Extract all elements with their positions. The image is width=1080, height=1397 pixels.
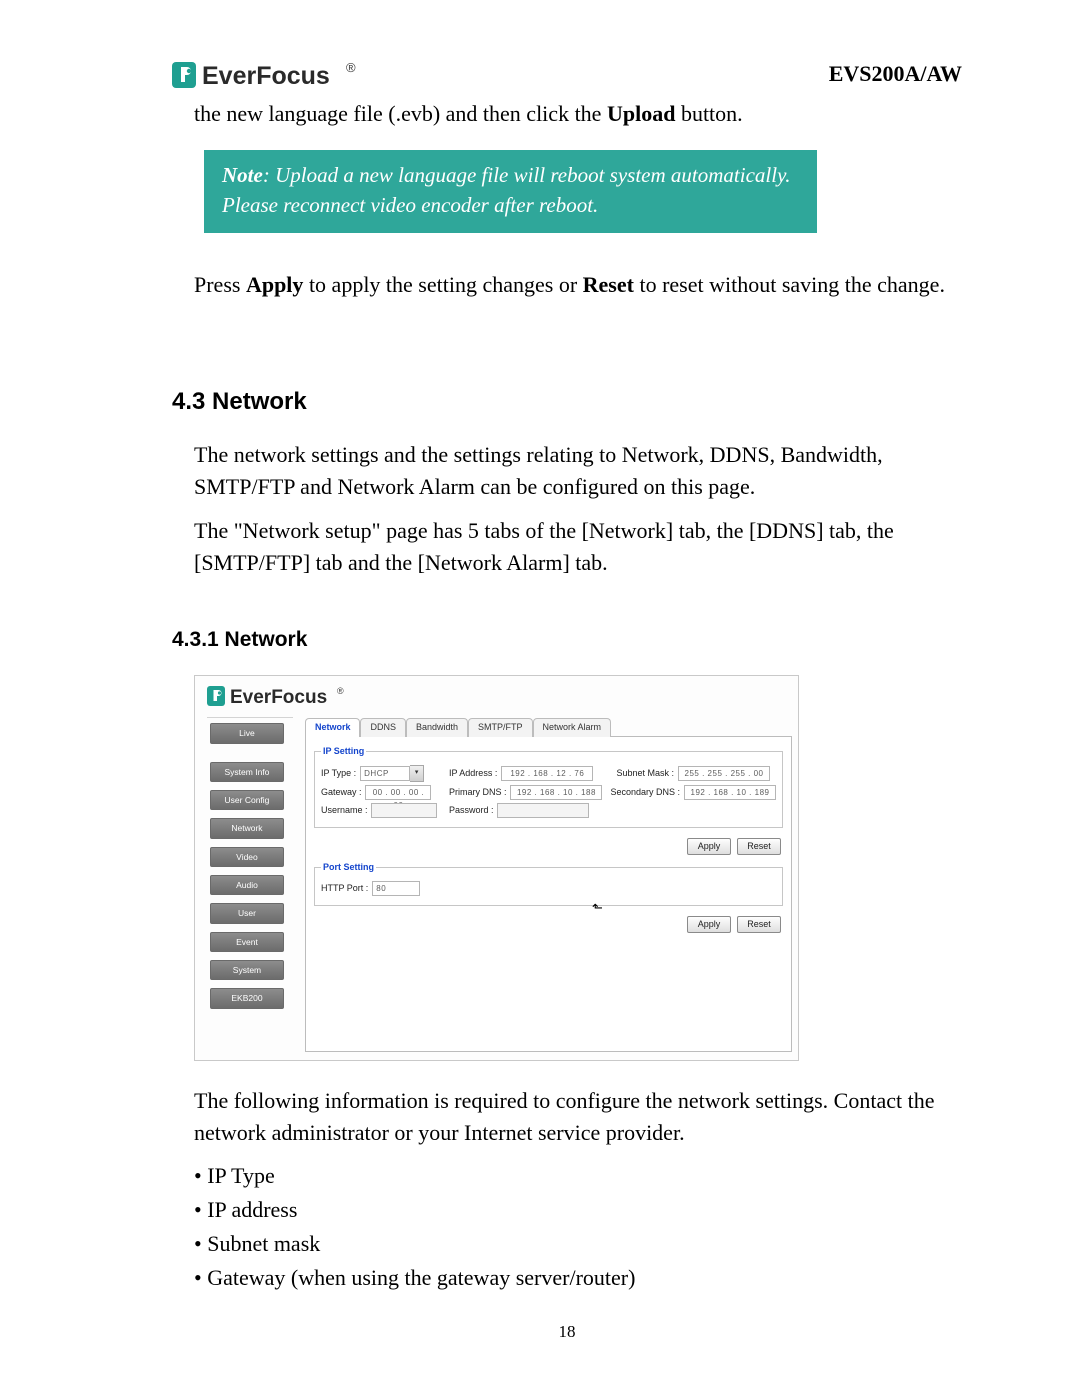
press-apply-bold: Apply bbox=[246, 272, 303, 297]
label-primary-dns: Primary DNS : bbox=[449, 786, 507, 799]
ip-type-select[interactable]: DHCP ▾ bbox=[360, 765, 424, 782]
ip-address-field[interactable]: 192 . 168 . 12 . 76 bbox=[501, 766, 593, 781]
tab-bandwidth[interactable]: Bandwidth bbox=[406, 718, 468, 736]
sidebar-item-video[interactable]: Video bbox=[210, 847, 284, 867]
tab-network-alarm[interactable]: Network Alarm bbox=[533, 718, 612, 736]
label-username: Username : bbox=[321, 804, 368, 817]
section-body-2: The "Network setup" page has 5 tabs of t… bbox=[194, 515, 962, 579]
subnet-mask-field[interactable]: 255 . 255 . 255 . 00 bbox=[678, 766, 770, 781]
ip-setting-group: IP Setting IP Type : DHCP ▾ IP Address :… bbox=[314, 745, 783, 828]
intro-line: the new language file (.evb) and then cl… bbox=[194, 98, 962, 130]
port-setting-group: Port Setting HTTP Port : 80 bbox=[314, 861, 783, 906]
sidebar-item-ekb200[interactable]: EKB200 bbox=[210, 988, 284, 1008]
ip-setting-legend: IP Setting bbox=[321, 745, 366, 758]
sidebar-item-event[interactable]: Event bbox=[210, 932, 284, 952]
sidebar-item-network[interactable]: Network bbox=[210, 818, 284, 838]
username-field[interactable] bbox=[371, 803, 437, 818]
port-setting-buttons: Apply Reset bbox=[314, 914, 783, 939]
press-apply-line: Press Apply to apply the setting changes… bbox=[194, 269, 962, 301]
sidebar-item-system-info[interactable]: System Info bbox=[210, 762, 284, 782]
label-gateway: Gateway : bbox=[321, 786, 362, 799]
svg-text:EverFocus: EverFocus bbox=[202, 62, 330, 90]
tab-smtp-ftp[interactable]: SMTP/FTP bbox=[468, 718, 533, 736]
sidebar-item-live[interactable]: Live bbox=[210, 723, 284, 743]
press-p2: to apply the setting changes or bbox=[303, 272, 582, 297]
intro-bold-upload: Upload bbox=[607, 101, 675, 126]
list-item: IP address bbox=[194, 1194, 962, 1226]
section-body-1: The network settings and the settings re… bbox=[194, 439, 962, 503]
label-secondary-dns: Secondary DNS : bbox=[610, 786, 680, 799]
ss-main: Network DDNS Bandwidth SMTP/FTP Network … bbox=[299, 713, 798, 1059]
registered-mark: ® bbox=[346, 59, 356, 78]
chevron-down-icon[interactable]: ▾ bbox=[410, 765, 424, 782]
label-subnet-mask: Subnet Mask : bbox=[616, 767, 674, 780]
label-ip-type: IP Type : bbox=[321, 767, 356, 780]
apply-button-2[interactable]: Apply bbox=[687, 916, 731, 933]
ss-sidebar: Live System Info User Config Network Vid… bbox=[195, 713, 299, 1022]
svg-text:EverFocus: EverFocus bbox=[230, 687, 327, 708]
sidebar-item-user[interactable]: User bbox=[210, 903, 284, 923]
reset-button[interactable]: Reset bbox=[737, 838, 781, 855]
port-setting-legend: Port Setting bbox=[321, 861, 376, 874]
model-number: EVS200A/AW bbox=[829, 58, 962, 90]
ss-logo-row: EverFocus ® bbox=[195, 676, 798, 713]
tab-network[interactable]: Network bbox=[305, 718, 361, 736]
network-settings-screenshot: EverFocus ® Live System Info User Config… bbox=[194, 675, 799, 1060]
press-p3: to reset without saving the change. bbox=[634, 272, 945, 297]
http-port-field[interactable]: 80 bbox=[372, 881, 420, 896]
after-ss-text: The following information is required to… bbox=[194, 1085, 962, 1149]
ip-setting-buttons: Apply Reset bbox=[314, 836, 783, 861]
press-p1: Press bbox=[194, 272, 246, 297]
reset-button-2[interactable]: Reset bbox=[737, 916, 781, 933]
subsection-heading: 4.3.1 Network bbox=[172, 625, 962, 655]
list-item: IP Type bbox=[194, 1160, 962, 1192]
ss-panel: IP Setting IP Type : DHCP ▾ IP Address :… bbox=[305, 736, 792, 1052]
password-field[interactable] bbox=[497, 803, 589, 818]
list-item: Gateway (when using the gateway server/r… bbox=[194, 1262, 962, 1294]
intro-suffix: button. bbox=[675, 101, 742, 126]
page-header: EverFocus ® EVS200A/AW bbox=[172, 58, 962, 92]
page-number: 18 bbox=[172, 1320, 962, 1345]
gateway-field[interactable]: 00 . 00 . 00 . 00 bbox=[365, 785, 431, 800]
list-item: Subnet mask bbox=[194, 1228, 962, 1260]
ip-type-value: DHCP bbox=[360, 766, 410, 781]
required-info-list: IP Type IP address Subnet mask Gateway (… bbox=[194, 1160, 962, 1294]
note-text: : Upload a new language file will reboot… bbox=[222, 163, 791, 217]
sidebar-item-system[interactable]: System bbox=[210, 960, 284, 980]
ss-registered-mark: ® bbox=[337, 685, 344, 698]
note-label: Note bbox=[222, 163, 263, 187]
cursor-icon: ⬑ bbox=[592, 899, 603, 918]
section-heading: 4.3 Network bbox=[172, 385, 962, 420]
label-ip-address: IP Address : bbox=[449, 767, 497, 780]
label-http-port: HTTP Port : bbox=[321, 882, 368, 895]
label-password: Password : bbox=[449, 804, 494, 817]
note-box: Note: Upload a new language file will re… bbox=[204, 150, 817, 233]
secondary-dns-field[interactable]: 192 . 168 . 10 . 189 bbox=[684, 785, 776, 800]
tab-ddns[interactable]: DDNS bbox=[360, 718, 406, 736]
primary-dns-field[interactable]: 192 . 168 . 10 . 188 bbox=[510, 785, 602, 800]
intro-text: the new language file (.evb) and then cl… bbox=[194, 101, 607, 126]
sidebar-item-user-config[interactable]: User Config bbox=[210, 790, 284, 810]
everfocus-logo: EverFocus ® bbox=[172, 58, 356, 92]
apply-button[interactable]: Apply bbox=[687, 838, 731, 855]
press-reset-bold: Reset bbox=[583, 272, 634, 297]
ss-tabs: Network DDNS Bandwidth SMTP/FTP Network … bbox=[305, 717, 792, 735]
sidebar-item-audio[interactable]: Audio bbox=[210, 875, 284, 895]
